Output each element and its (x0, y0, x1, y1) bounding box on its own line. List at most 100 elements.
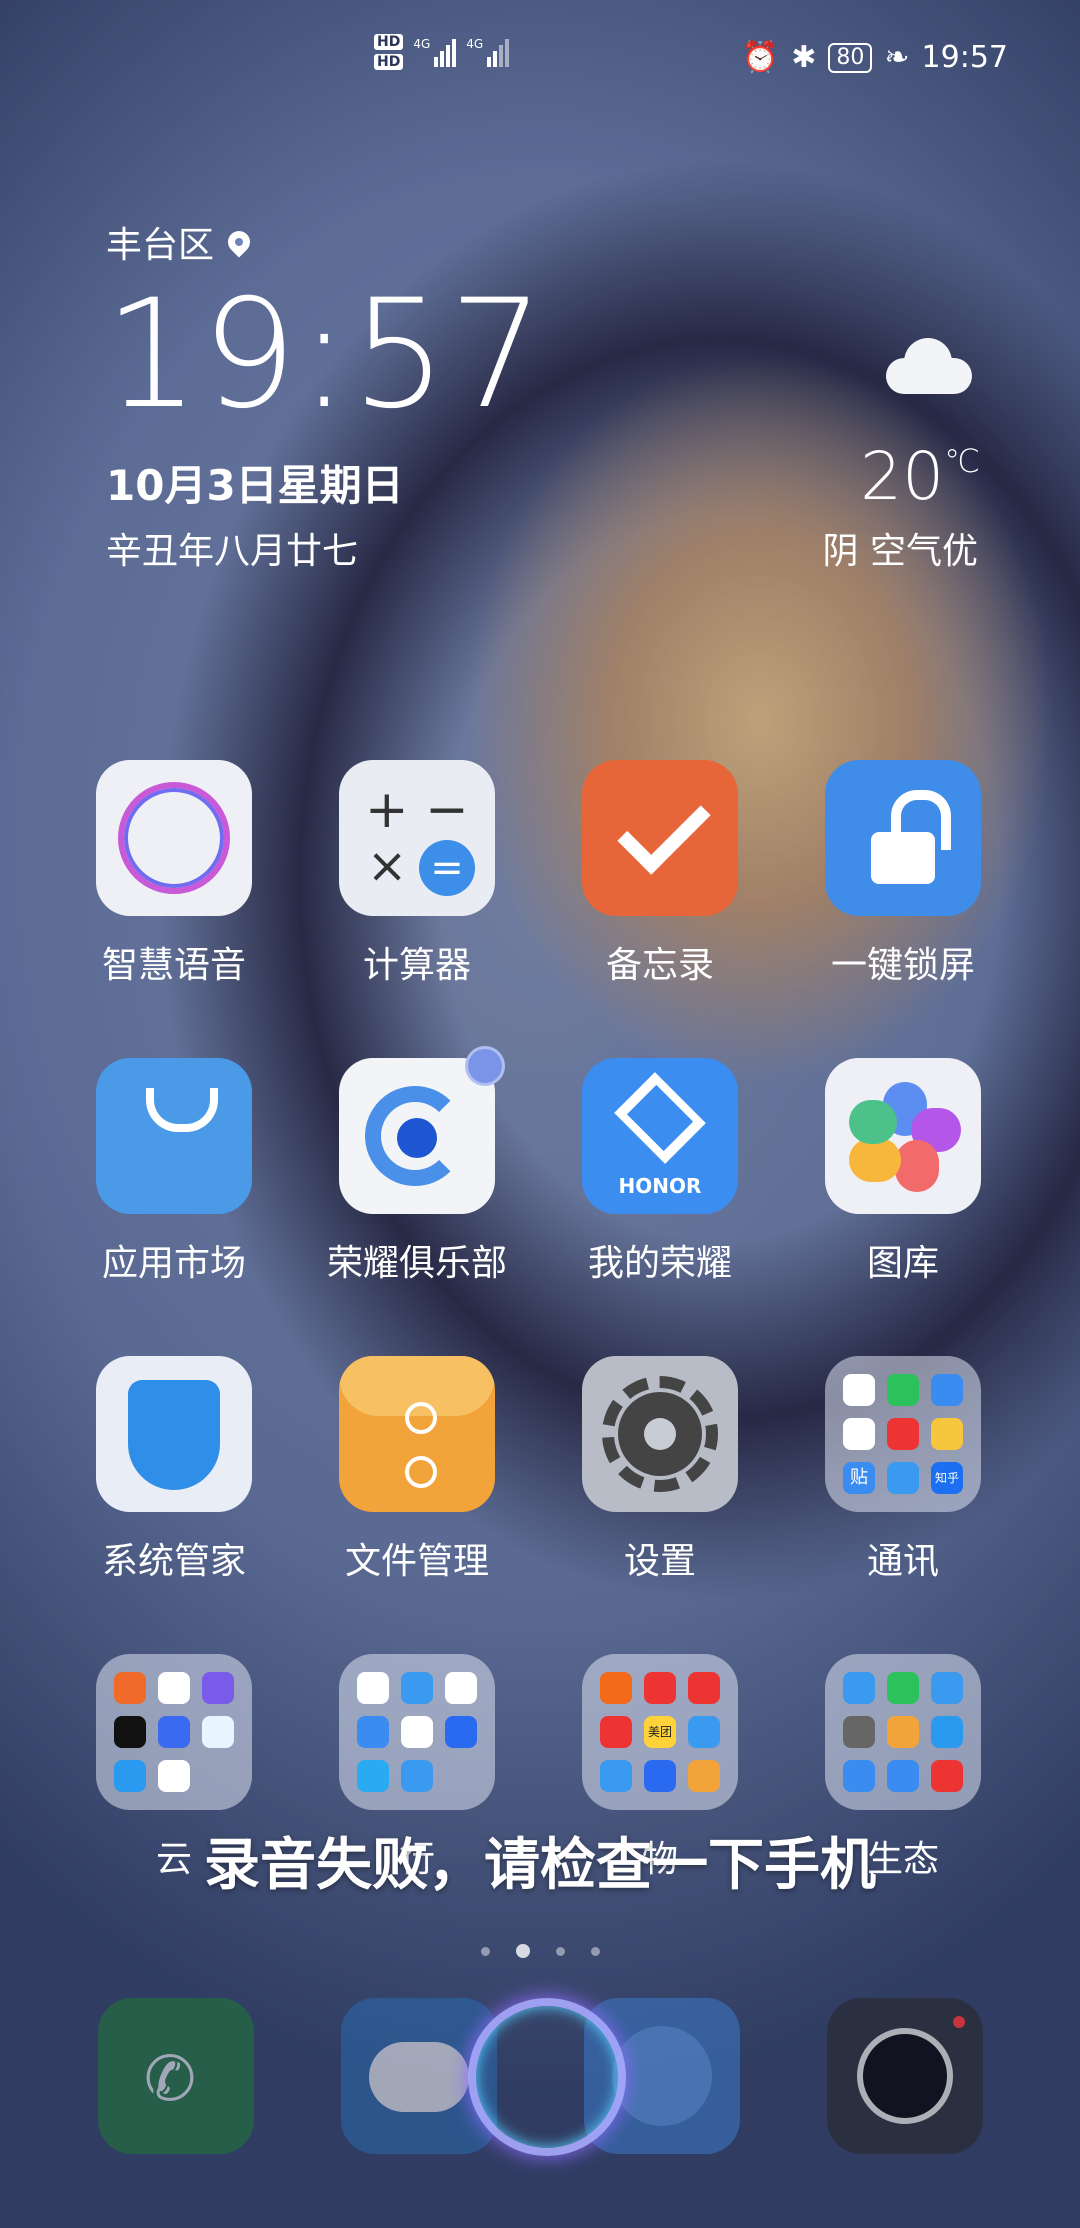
folder-icon (825, 1654, 981, 1810)
taobao-icon (600, 1672, 632, 1704)
jd-icon (644, 1672, 676, 1704)
app-app-market[interactable]: 应用市场 (64, 1058, 284, 1286)
cloud-icon[interactable] (880, 338, 972, 394)
status-right: ⏰ ✱ 80 ❧ 19:57 (742, 40, 1008, 75)
camera-icon (857, 2028, 953, 2124)
page-dot[interactable] (480, 1946, 490, 1956)
shield-icon (96, 1356, 252, 1512)
mini-app-icon (931, 1716, 963, 1748)
tieba-icon: 贴 (843, 1462, 875, 1494)
app-label: 我的荣耀 (587, 1243, 732, 1284)
wechat-icon (887, 1374, 919, 1406)
mini-app-icon (401, 1760, 433, 1792)
tim-icon (931, 1374, 963, 1406)
page-dot[interactable] (555, 1946, 565, 1956)
voice-assistant-ring[interactable] (468, 1998, 626, 2156)
app-calculator[interactable]: + − × = 计算器 (307, 760, 527, 988)
mini-app-icon (158, 1672, 190, 1704)
mini-app-icon (114, 1760, 146, 1792)
app-notes[interactable]: 备忘录 (550, 760, 770, 988)
clock-time[interactable]: 19:57 (104, 280, 546, 430)
app-file-manager[interactable]: 文件管理 (307, 1356, 527, 1584)
app-one-tap-lock[interactable]: 一键锁屏 (793, 760, 1013, 988)
qq-mail-icon (843, 1418, 875, 1450)
folder-icon: 贴 知乎 (825, 1356, 981, 1512)
folder-icon: 美团 (582, 1654, 738, 1810)
app-voice-assistant[interactable]: 智慧语音 (64, 760, 284, 988)
didi-icon (401, 1716, 433, 1748)
gear-icon (582, 1356, 738, 1512)
network-type-2: 4G (466, 37, 484, 51)
temperature[interactable]: 20℃ (860, 438, 980, 515)
page-dot-active[interactable] (515, 1944, 530, 1958)
mini-app-icon (843, 1716, 875, 1748)
status-time: 19:57 (921, 40, 1008, 75)
app-settings[interactable]: 设置 (550, 1356, 770, 1584)
shopping-bag-icon (96, 1058, 252, 1214)
pinduoduo-icon (600, 1716, 632, 1748)
dock-camera[interactable] (827, 1998, 983, 2154)
mini-app-icon (401, 1672, 433, 1704)
hd2-badge: HD (374, 54, 404, 70)
lunar-date: 辛丑年八月廿七 (106, 531, 359, 572)
temperature-value: 20 (860, 438, 945, 515)
chat-icon (887, 1462, 919, 1494)
messages-icon (369, 2042, 469, 2112)
mini-app-icon (600, 1760, 632, 1792)
mini-app-icon (445, 1672, 477, 1704)
network-type-1: 4G (413, 37, 431, 51)
page-indicator[interactable] (0, 1944, 1080, 1958)
location-pin-icon (223, 226, 255, 258)
huawei-icon (158, 1760, 190, 1792)
app-label: 图库 (866, 1243, 939, 1284)
power-saving-icon: ❧ (884, 40, 910, 75)
page-dot[interactable] (590, 1946, 600, 1956)
temperature-unit: ℃ (944, 442, 980, 480)
app-label: 备忘录 (605, 945, 714, 986)
mini-app-icon (357, 1672, 389, 1704)
mini-app-icon (688, 1760, 720, 1792)
mini-app-icon (688, 1672, 720, 1704)
eleme-icon (688, 1716, 720, 1748)
china-mobile-icon (843, 1760, 875, 1792)
china-unicom-icon (931, 1760, 963, 1792)
notes-icon (582, 760, 738, 916)
mini-app-icon (202, 1672, 234, 1704)
app-label: 通讯 (866, 1541, 939, 1582)
signal-group: HD HD 4G 4G (374, 34, 510, 70)
honor-diamond-icon: HONOR (582, 1058, 738, 1214)
hd-badges: HD HD (374, 34, 404, 70)
phone-icon: ✆ (144, 2042, 196, 2115)
mini-app-icon (887, 1716, 919, 1748)
folder-icon (96, 1654, 252, 1810)
app-my-honor[interactable]: HONOR 我的荣耀 (550, 1058, 770, 1286)
meituan-icon: 美团 (644, 1716, 676, 1748)
camera-dot (953, 2016, 965, 2028)
notification-dot (465, 1046, 505, 1086)
dock-phone[interactable]: ✆ (98, 1998, 254, 2154)
mini-app-icon (357, 1716, 389, 1748)
location[interactable]: 丰台区 (106, 216, 255, 268)
mini-app-icon (887, 1760, 919, 1792)
folder-communication[interactable]: 贴 知乎 通讯 (793, 1356, 1013, 1584)
app-gallery[interactable]: 图库 (793, 1058, 1013, 1286)
battery-indicator: 80 (828, 42, 873, 73)
mini-app-icon (931, 1672, 963, 1704)
mini-app-icon (357, 1760, 389, 1792)
app-honor-club[interactable]: 荣耀俱乐部 (307, 1046, 527, 1286)
app-system-manager[interactable]: 系统管家 (64, 1356, 284, 1584)
folder-icon (339, 1654, 495, 1810)
gallery-flower-icon (825, 1058, 981, 1214)
app-label: 一键锁屏 (830, 945, 975, 986)
app-label: 设置 (623, 1541, 696, 1582)
browser-icon (612, 2026, 712, 2126)
bluetooth-icon: ✱ (791, 40, 817, 75)
lock-icon (825, 760, 981, 916)
folder-envelope-icon (339, 1356, 495, 1512)
weibo-icon (931, 1418, 963, 1450)
hd1-badge: HD (374, 34, 404, 50)
mini-app-icon (843, 1672, 875, 1704)
qq-icon (843, 1374, 875, 1406)
status-bar: HD HD 4G 4G ⏰ ✱ 80 ❧ 19:57 (0, 34, 1080, 80)
mini-app-icon (114, 1716, 146, 1748)
